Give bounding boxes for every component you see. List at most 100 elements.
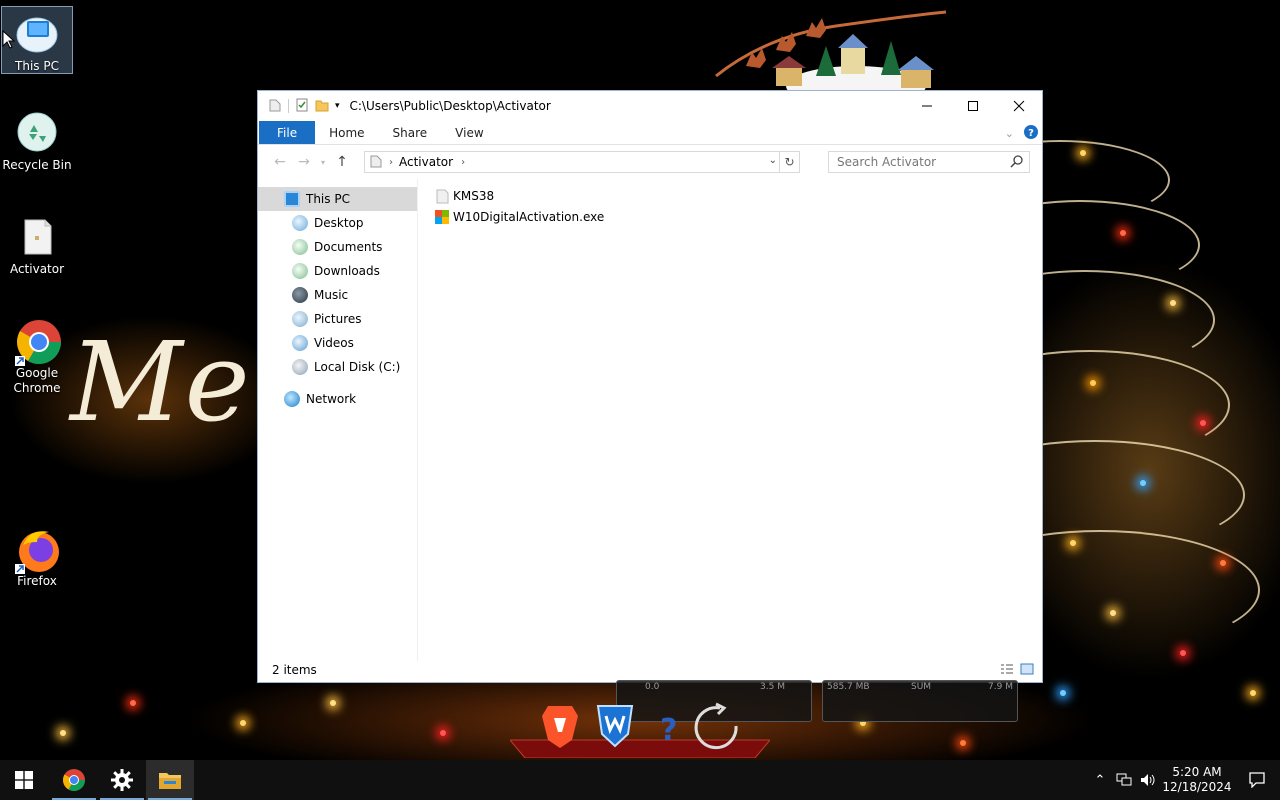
network-icon[interactable]: [1112, 773, 1136, 787]
nav-item-label: Documents: [314, 240, 383, 254]
sparkle: [1120, 230, 1126, 236]
navigation-pane: This PC Desktop Documents Downloads Musi…: [258, 179, 418, 661]
ribbon-tabs: File Home Share View ⌄ ?: [258, 121, 1042, 145]
recent-locations-button[interactable]: ▾: [316, 150, 330, 174]
windows-logo-icon: [15, 771, 33, 789]
desktop-icon-label: This PC: [15, 59, 59, 73]
details-view-icon: [1001, 664, 1013, 674]
file-list: KMS38 W10DigitalActivation.exe: [434, 185, 604, 227]
refresh-button[interactable]: ↻: [779, 152, 799, 172]
drive-icon: [292, 359, 308, 375]
file-name: KMS38: [453, 188, 495, 203]
pictures-folder-icon: [292, 311, 308, 327]
nav-item-pictures[interactable]: Pictures: [258, 307, 417, 331]
breadcrumb-chevron-icon[interactable]: ›: [461, 157, 465, 168]
sparkle: [1080, 150, 1086, 156]
minimize-button[interactable]: [904, 91, 950, 121]
desktop-icon-label: Google Chrome: [13, 366, 61, 395]
search-box[interactable]: [828, 151, 1030, 173]
large-icons-view-button[interactable]: [1020, 663, 1034, 678]
nav-item-network[interactable]: Network: [258, 387, 417, 411]
details-view-button[interactable]: [1000, 663, 1014, 678]
nav-item-local-disk[interactable]: Local Disk (C:): [258, 355, 417, 379]
new-folder-icon[interactable]: [315, 98, 329, 115]
title-bar[interactable]: ▾ C:\Users\Public\Desktop\Activator: [258, 91, 1042, 121]
address-history-chevron-icon[interactable]: ⌄: [769, 155, 777, 166]
nav-item-label: This PC: [306, 192, 350, 206]
properties-icon[interactable]: [295, 98, 309, 115]
taskbar-chrome-button[interactable]: [50, 760, 98, 800]
toolbar-separator: [288, 99, 289, 113]
system-menu-icon[interactable]: [268, 98, 282, 115]
help-icon[interactable]: ?: [1024, 125, 1038, 142]
sparkle: [1180, 650, 1186, 656]
forward-button[interactable]: →: [292, 150, 316, 174]
desktop-icon-firefox[interactable]: Firefox: [1, 522, 73, 589]
back-button[interactable]: ←: [268, 150, 292, 174]
desktop-icon-recycle-bin[interactable]: Recycle Bin: [1, 106, 73, 173]
start-button[interactable]: [0, 760, 48, 800]
large-icons-view-icon: [1020, 663, 1034, 675]
nav-item-documents[interactable]: Documents: [258, 235, 417, 259]
action-center-button[interactable]: [1234, 772, 1280, 788]
taskbar-settings-button[interactable]: [98, 760, 146, 800]
nav-item-videos[interactable]: Videos: [258, 331, 417, 355]
network-icon: [284, 391, 300, 407]
sparkle: [440, 730, 446, 736]
tab-share[interactable]: Share: [379, 121, 442, 144]
svg-text:?: ?: [1028, 128, 1034, 139]
clock[interactable]: 5:20 AM 12/18/2024: [1160, 765, 1234, 795]
show-hidden-icons-chevron-icon[interactable]: ⌃: [1088, 773, 1112, 788]
gear-icon: [111, 769, 133, 791]
back-arrow-icon: ←: [274, 154, 286, 170]
nav-item-desktop[interactable]: Desktop: [258, 211, 417, 235]
file-item-kms38[interactable]: KMS38: [434, 185, 604, 206]
file-name: W10DigitalActivation.exe: [453, 209, 605, 224]
tab-file[interactable]: File: [259, 121, 316, 144]
explorer-body: This PC Desktop Documents Downloads Musi…: [258, 179, 1042, 661]
videos-folder-icon: [292, 335, 308, 351]
breadcrumb-chevron-icon[interactable]: ›: [389, 157, 393, 168]
nav-item-label: Downloads: [314, 264, 380, 278]
chrome-icon: [63, 769, 85, 791]
system-meter-right: 585.7 MB SUM 7.9 M: [822, 680, 1018, 722]
navigation-bar: ← → ▾ ↑ › Activator › ⌄ ↻: [258, 145, 1042, 179]
up-button[interactable]: ↑: [330, 150, 354, 174]
nav-item-downloads[interactable]: Downloads: [258, 259, 417, 283]
maximize-icon: [968, 101, 978, 111]
nav-item-label: Local Disk (C:): [314, 360, 401, 374]
documents-folder-icon: [292, 239, 308, 255]
desktop-icon-label: Firefox: [17, 574, 57, 588]
close-button[interactable]: [996, 91, 1042, 121]
expand-ribbon-chevron-icon[interactable]: ⌄: [1005, 127, 1014, 140]
breadcrumb-activator[interactable]: Activator: [399, 155, 453, 169]
nav-item-music[interactable]: Music: [258, 283, 417, 307]
windows-app-icon: [434, 209, 450, 225]
system-tray: ⌃ 5:20 AM 12/18/2024: [1088, 760, 1280, 800]
maximize-button[interactable]: [950, 91, 996, 121]
nav-item-this-pc[interactable]: This PC: [258, 187, 417, 211]
volume-icon[interactable]: [1136, 773, 1160, 787]
search-input[interactable]: [837, 155, 1005, 169]
refresh-icon: ↻: [784, 155, 795, 169]
status-bar: 2 items: [258, 658, 1042, 682]
sparkle: [130, 700, 136, 706]
taskbar-file-explorer-button[interactable]: [146, 760, 194, 800]
chrome-icon: [15, 318, 61, 366]
desktop-icon-label: Activator: [9, 262, 65, 276]
desktop-icon-label: Recycle Bin: [2, 158, 72, 172]
taskbar: ⌃ 5:20 AM 12/18/2024: [0, 760, 1280, 800]
file-item-w10digitalactivation[interactable]: W10DigitalActivation.exe: [434, 206, 604, 227]
help-question-icon[interactable]: ?: [660, 713, 677, 748]
tab-view[interactable]: View: [441, 121, 497, 144]
desktop-icon-activator[interactable]: Activator: [1, 210, 73, 277]
computer-icon: [15, 11, 59, 55]
chevron-down-icon: ▾: [320, 157, 325, 167]
tab-home[interactable]: Home: [315, 121, 378, 144]
sparkle: [240, 720, 246, 726]
address-bar[interactable]: › Activator › ⌄ ↻: [364, 151, 800, 173]
customize-quick-access-chevron-icon[interactable]: ▾: [335, 101, 340, 111]
nav-item-label: Music: [314, 288, 349, 302]
sparkle: [1070, 540, 1076, 546]
desktop-icon-google-chrome[interactable]: Google Chrome: [1, 314, 73, 396]
